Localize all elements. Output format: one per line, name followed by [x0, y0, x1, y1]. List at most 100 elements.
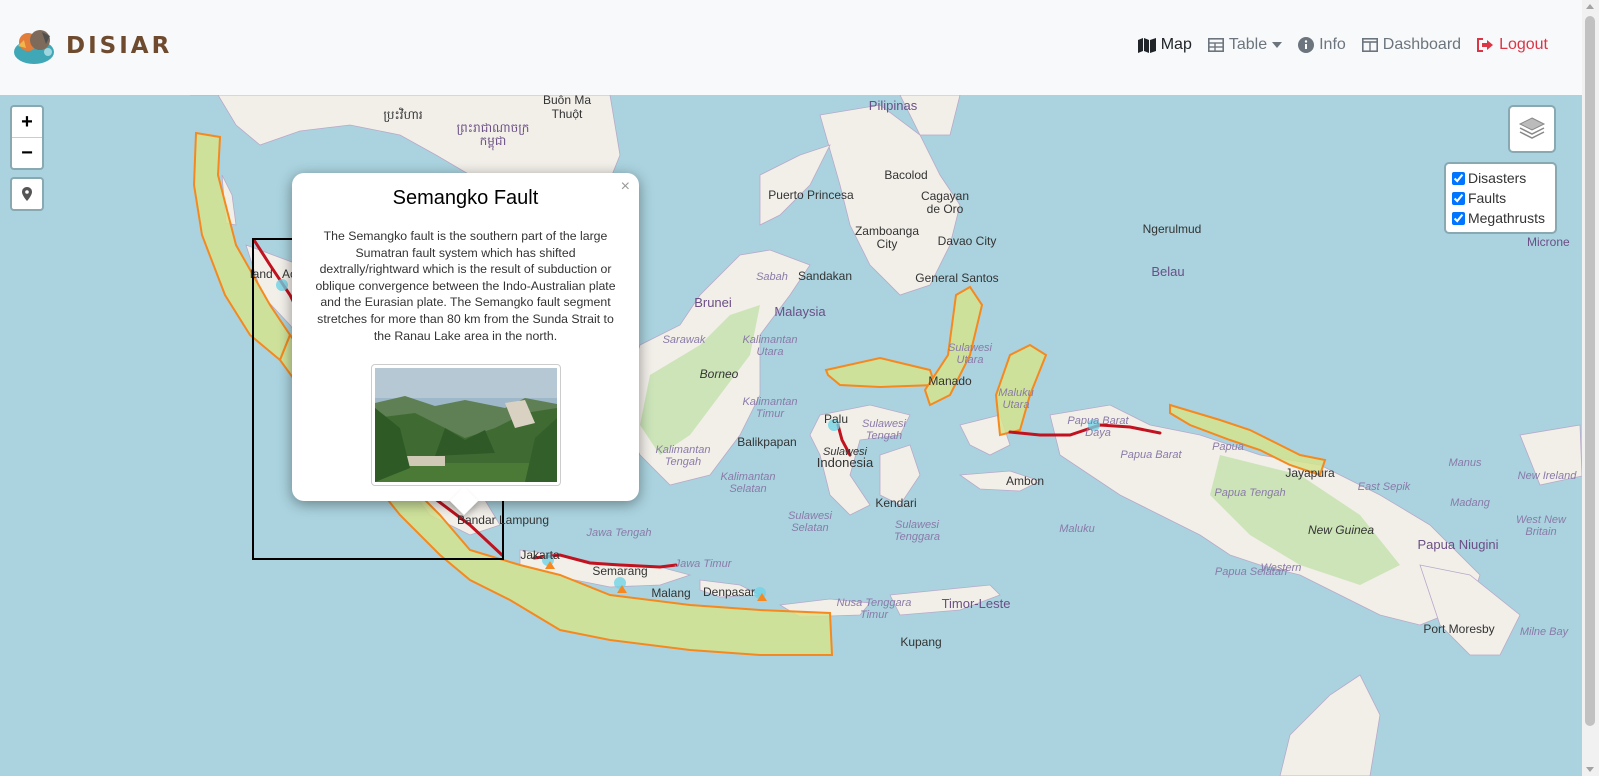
nav-info[interactable]: Info [1298, 36, 1346, 54]
info-icon [1298, 37, 1315, 53]
label-kalimantan-tengah-2: Tengah [665, 456, 701, 468]
label-sulawesi-tenggara: Sulawesi [895, 519, 940, 531]
nav-dashboard[interactable]: Dashboard [1361, 36, 1462, 54]
label-palu: Palu [824, 412, 848, 426]
label-kupang: Kupang [900, 635, 941, 649]
label-sulawesi-utara: Sulawesi [948, 342, 993, 354]
layers-panel: Disasters Faults Megathrusts [1443, 162, 1557, 234]
popup-description: The Semangko fault is the southern part … [315, 229, 616, 343]
label-preah-vihear: ប្រះវិហារ [383, 107, 423, 122]
valley-photo [374, 368, 557, 483]
layer-faults-label: Faults [1467, 190, 1507, 206]
label-indonesia: Indonesia [817, 455, 874, 470]
logout-icon [1477, 38, 1494, 52]
label-semarang: Semarang [592, 564, 647, 578]
nav-info-label: Info [1319, 36, 1346, 53]
layer-faults-checkbox[interactable] [1451, 191, 1465, 205]
label-kendari: Kendari [875, 496, 916, 510]
zoom-out-button[interactable]: − [12, 137, 42, 168]
layer-megathrusts[interactable]: Megathrusts [1451, 208, 1545, 228]
label-west-new-britain: West New [1516, 514, 1567, 526]
label-milne-bay: Milne Bay [1520, 626, 1570, 638]
label-ambon: Ambon [1006, 474, 1044, 488]
label-sulawesi-tengah: Sulawesi [862, 418, 907, 430]
label-buon-ma-thuot: Buôn Ma [543, 95, 591, 107]
label-cagayan: Cagayan [921, 189, 969, 203]
brand-name: DISIAR [66, 33, 173, 59]
layer-megathrusts-checkbox[interactable] [1451, 211, 1465, 225]
label-new-guinea: New Guinea [1308, 523, 1374, 537]
label-puerto-princesa: Puerto Princesa [768, 188, 854, 202]
label-land: land [250, 267, 273, 281]
brand[interactable]: DISIAR [12, 26, 172, 66]
label-zamboanga: Zamboanga [855, 224, 919, 238]
scroll-down-arrow-icon[interactable] [1586, 767, 1594, 772]
nav-table[interactable]: Table [1207, 36, 1283, 54]
nav-dashboard-label: Dashboard [1382, 36, 1462, 53]
label-timor-leste: Timor-Leste [942, 596, 1011, 611]
map-marker-icon [22, 187, 32, 201]
label-bacolod: Bacolod [884, 168, 927, 182]
label-davao: Davao City [938, 234, 997, 248]
nav-map[interactable]: Map [1137, 36, 1192, 54]
nav-map-label: Map [1160, 36, 1192, 53]
layers-button[interactable] [1508, 105, 1556, 153]
label-micronesia: Microne [1527, 235, 1570, 249]
label-cagayan-2: de Oro [927, 202, 964, 216]
label-malaysia: Malaysia [774, 304, 826, 319]
map-view[interactable]: Buôn Ma Thuột Pilipinas ប្រះវិហារ ព្រះរា… [0, 95, 1582, 776]
nav-logout-label: Logout [1499, 36, 1548, 53]
scroll-thumb[interactable] [1585, 16, 1595, 726]
layer-disasters-checkbox[interactable] [1451, 171, 1465, 185]
nav-logout[interactable]: Logout [1477, 36, 1548, 54]
label-papua-tengah: Papua Tengah [1214, 487, 1285, 499]
layer-disasters-label: Disasters [1467, 170, 1527, 186]
label-kalimantan-utara-2: Utara [757, 346, 784, 358]
label-kalimantan-selatan-2: Selatan [729, 483, 766, 495]
label-borneo: Borneo [700, 367, 739, 381]
label-sabah: Sabah [756, 271, 788, 283]
zoom-in-button[interactable]: + [12, 107, 42, 137]
popup-photo [370, 364, 561, 487]
label-west-new-britain-2: Britain [1525, 526, 1556, 538]
label-brunei: Brunei [694, 295, 732, 310]
table-icon [1207, 38, 1224, 52]
navbar: DISIAR Map Table Info Dashboard Logout [0, 0, 1582, 95]
label-manado: Manado [928, 374, 972, 388]
label-madang: Madang [1450, 497, 1491, 509]
label-buon-ma-thuot-2: Thuột [552, 107, 583, 121]
main-nav: Map Table Info Dashboard Logout [1137, 36, 1548, 54]
layers-icon [1518, 117, 1546, 139]
label-bandar-lampung: Bandar Lampung [457, 513, 549, 527]
label-kalimantan-tengah: Kalimantan [655, 444, 710, 456]
label-sulawesi-tengah-2: Tengah [866, 430, 902, 442]
layer-faults[interactable]: Faults [1451, 188, 1545, 208]
label-balikpapan: Balikpapan [737, 435, 796, 449]
popup-close-button[interactable]: × [621, 178, 630, 196]
label-kalimantan-timur: Kalimantan [742, 396, 797, 408]
label-denpasar: Denpasar [703, 585, 755, 599]
label-kalimantan-utara: Kalimantan [742, 334, 797, 346]
label-papua-niugini: Papua Niugini [1418, 537, 1499, 552]
label-jayapura: Jayapura [1285, 466, 1335, 480]
label-papua-barat: Papua Barat [1120, 449, 1182, 461]
label-belau: Belau [1151, 264, 1184, 279]
map-canvas[interactable]: Buôn Ma Thuột Pilipinas ប្រះវិហារ ព្រះរា… [0, 95, 1582, 776]
scroll-up-arrow-icon[interactable] [1586, 4, 1594, 9]
label-ntt: Nusa Tenggara [837, 597, 912, 609]
label-papua-selatan: Papua Selatan [1215, 566, 1287, 578]
label-malang: Malang [651, 586, 690, 600]
fault-popup: × Semangko Fault The Semangko fault is t… [292, 173, 639, 516]
label-zamboanga-2: City [877, 237, 898, 251]
nav-table-label: Table [1228, 36, 1268, 53]
label-east-sepik: East Sepik [1358, 481, 1411, 493]
locate-button[interactable] [10, 177, 44, 211]
caret-down-icon [1272, 42, 1283, 48]
label-ngerulmud: Ngerulmud [1143, 222, 1202, 236]
dashboard-icon [1361, 38, 1378, 52]
label-papua: Papua [1212, 441, 1244, 453]
layer-disasters[interactable]: Disasters [1451, 168, 1545, 188]
page-scrollbar[interactable] [1582, 0, 1599, 776]
label-sulawesi-tenggara-2: Tenggara [894, 531, 940, 543]
map-icon [1137, 37, 1156, 53]
